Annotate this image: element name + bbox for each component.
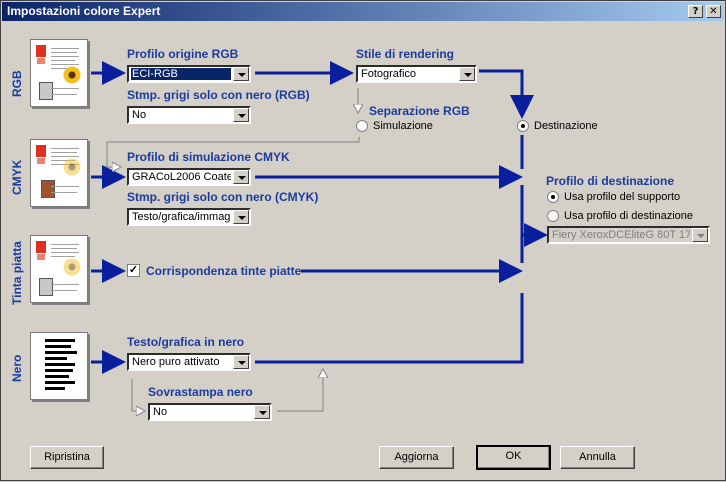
flow-arrow-destination <box>479 69 534 119</box>
use-dest-profile-label: Usa profilo di destinazione <box>564 210 694 222</box>
rgb-gray-black-label: Stmp. grigi solo con nero (RGB) <box>127 88 310 102</box>
reset-button[interactable]: Ripristina <box>30 446 104 469</box>
spot-match-checkbox[interactable]: ✓ <box>127 264 140 277</box>
chevron-down-icon[interactable] <box>692 228 708 242</box>
text-black-select[interactable]: Nero puro attivato <box>127 353 251 371</box>
chevron-down-icon[interactable] <box>459 67 475 81</box>
use-media-profile-label: Usa profilo del supporto <box>564 191 681 203</box>
chevron-down-icon[interactable] <box>233 67 249 81</box>
dialog-window: Impostazioni colore Expert ? ✕ RGB CMYK … <box>0 0 726 481</box>
ok-button[interactable]: OK <box>476 445 551 470</box>
cmyk-sim-profile-select[interactable]: GRACoL2006 Coatec <box>127 168 251 186</box>
black-page-icon <box>30 332 88 400</box>
cmyk-page-icon <box>30 139 88 207</box>
dest-profile-select[interactable]: Fiery XeroxDCEliteG 80T 175 <box>547 226 710 244</box>
simulation-radio[interactable] <box>356 120 368 132</box>
chevron-down-icon[interactable] <box>254 405 270 419</box>
rgb-page-icon <box>30 39 88 107</box>
cmyk-gray-black-select[interactable]: Testo/grafica/immag. <box>127 208 251 226</box>
use-media-profile-radio[interactable] <box>547 191 559 203</box>
rgb-separation-label: Separazione RGB <box>369 104 470 118</box>
rgb-source-profile-select[interactable]: ECI-RGB <box>127 65 251 83</box>
cmyk-sim-profile-label: Profilo di simulazione CMYK <box>127 150 290 164</box>
gray-arrow-overprint-out <box>277 371 323 412</box>
destination-radio-label: Destinazione <box>534 120 598 132</box>
rgb-gray-black-select[interactable]: No <box>127 106 251 124</box>
spot-match-label: Corrispondenza tinte piatte <box>146 264 302 278</box>
chevron-down-icon[interactable] <box>233 355 249 369</box>
row-label-black: Nero <box>10 354 24 382</box>
rendering-style-select[interactable]: Fotografico <box>356 65 477 83</box>
dest-profile-label: Profilo di destinazione <box>546 174 675 188</box>
spot-page-icon <box>30 235 88 303</box>
simulation-radio-label: Simulazione <box>373 120 433 132</box>
chevron-down-icon[interactable] <box>233 170 249 184</box>
cmyk-gray-black-label: Stmp. grigi solo con nero (CMYK) <box>127 190 319 204</box>
cancel-button[interactable]: Annulla <box>560 446 635 469</box>
gray-arrow-overprint-in <box>131 379 143 411</box>
text-black-label: Testo/grafica in nero <box>127 335 245 349</box>
flow-arrow-black-dest <box>255 293 524 364</box>
row-label-cmyk: CMYK <box>10 159 24 195</box>
overprint-black-label: Sovrastampa nero <box>148 385 253 399</box>
rgb-source-profile-label: Profilo origine RGB <box>127 47 239 61</box>
update-button[interactable]: Aggiorna <box>379 446 454 469</box>
chevron-down-icon[interactable] <box>233 108 249 122</box>
overprint-black-select[interactable]: No <box>148 403 272 421</box>
row-label-spot: Tinta piatta <box>10 241 24 305</box>
destination-radio[interactable] <box>517 120 529 132</box>
rendering-style-label: Stile di rendering <box>356 47 455 61</box>
chevron-down-icon[interactable] <box>233 210 249 224</box>
row-label-rgb: RGB <box>10 70 24 97</box>
use-dest-profile-radio[interactable] <box>547 210 559 222</box>
